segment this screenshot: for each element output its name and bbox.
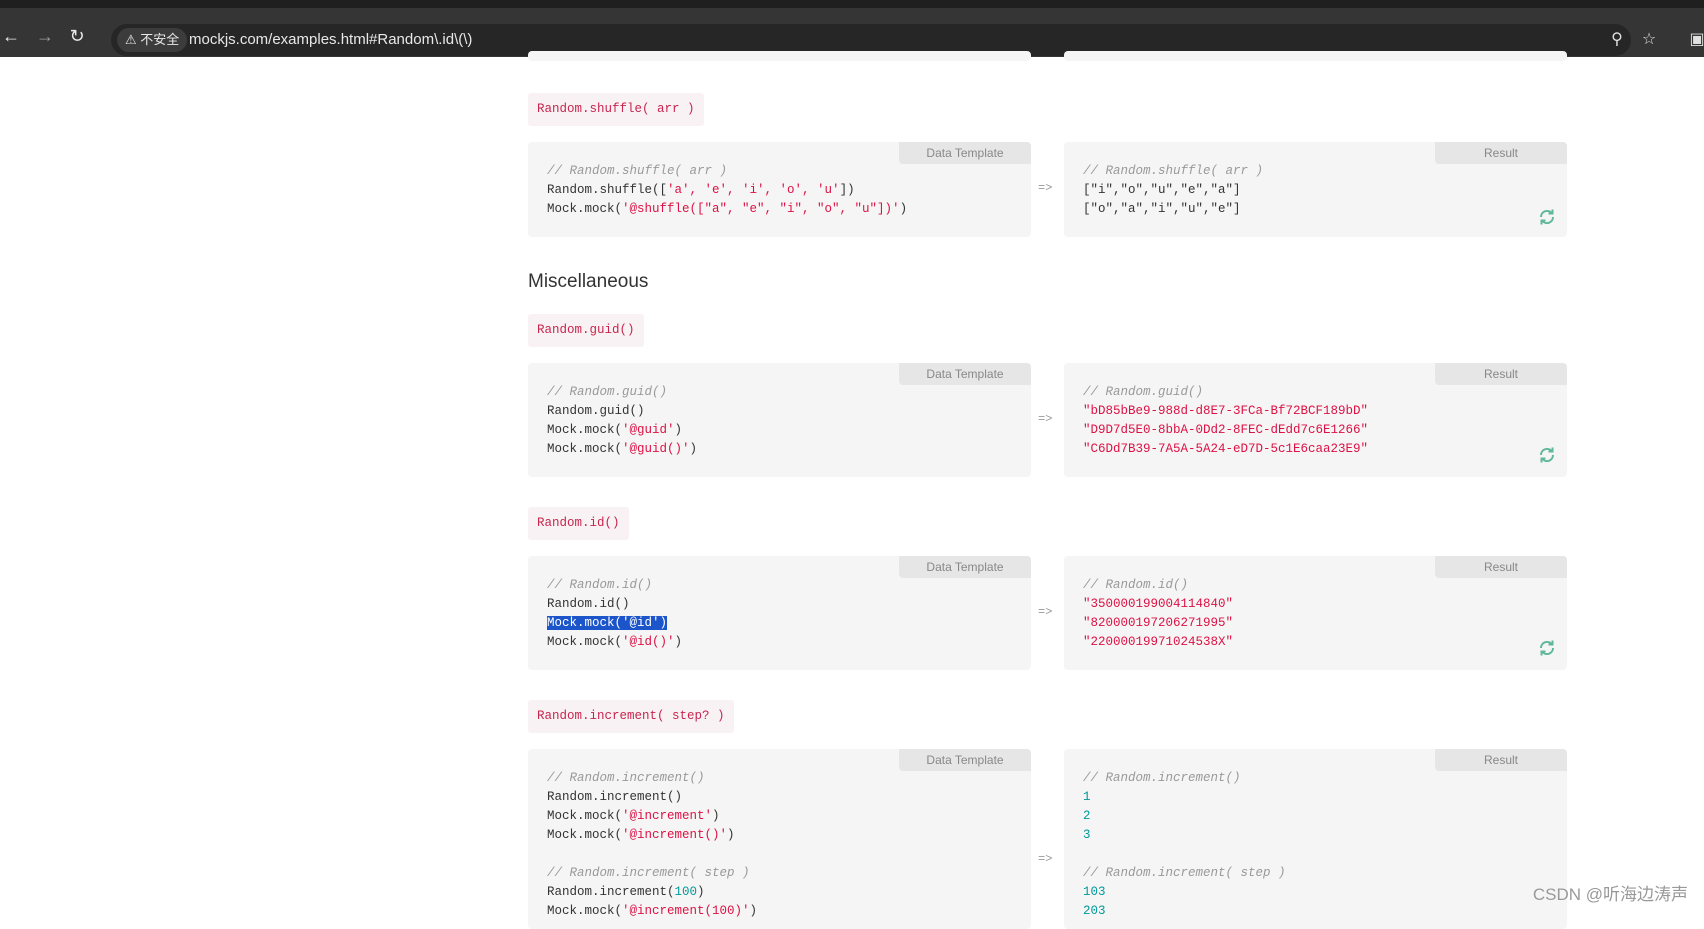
code-line: Random.increment() <box>547 790 683 804</box>
bookmark-star-icon[interactable]: ☆ <box>1640 31 1658 49</box>
id-label: Random.id() <box>528 507 629 540</box>
refresh-icon[interactable] <box>1537 445 1557 465</box>
result-line: "22000019971024538X" <box>1083 635 1234 649</box>
reload-icon[interactable]: ↻ <box>68 27 86 45</box>
data-template-tab: Data Template <box>899 363 1031 385</box>
code-comment: // Random.shuffle( arr ) <box>1083 164 1264 178</box>
shuffle-template-box: Data Template // Random.shuffle( arr ) R… <box>528 142 1031 237</box>
increment-template-box: Data Template // Random.increment() Rand… <box>528 749 1031 929</box>
result-line: ["o","a","i","u","e"] <box>1083 202 1241 216</box>
result-tab: Result <box>1435 749 1567 771</box>
shuffle-label: Random.shuffle( arr ) <box>528 93 704 126</box>
code-line: Random.guid() <box>547 404 645 418</box>
code-comment: // Random.id() <box>547 578 653 592</box>
code-comment: // Random.increment( step ) <box>1083 866 1286 880</box>
code-line: Mock.mock('@increment') <box>547 809 720 823</box>
arrow: => <box>1038 181 1053 195</box>
result-line: 203 <box>1083 904 1106 918</box>
code-line: Mock.mock('@increment(100)') <box>547 904 758 918</box>
zoom-icon[interactable]: ⚲ <box>1608 31 1626 49</box>
result-tab: Result <box>1435 556 1567 578</box>
result-line: "bD85bBe9-988d-d8E7-3FCa-Bf72BCF189bD" <box>1083 404 1369 418</box>
result-line: 2 <box>1083 809 1091 823</box>
extensions-icon[interactable]: ▣ <box>1688 31 1704 49</box>
increment-label: Random.increment( step? ) <box>528 700 734 733</box>
prev-result-box <box>1064 51 1567 61</box>
result-line: "820000197206271995" <box>1083 616 1234 630</box>
code-line: Random.id() <box>547 597 630 611</box>
arrow: => <box>1038 412 1053 426</box>
code-line: Random.shuffle(['a', 'e', 'i', 'o', 'u']… <box>547 183 855 197</box>
shuffle-result-box: Result // Random.shuffle( arr ) ["i","o"… <box>1064 142 1567 237</box>
arrow: => <box>1038 852 1053 866</box>
result-line: 1 <box>1083 790 1091 804</box>
result-tab: Result <box>1435 363 1567 385</box>
code-line: Mock.mock('@increment()') <box>547 828 735 842</box>
code-comment: // Random.increment() <box>547 771 705 785</box>
refresh-icon[interactable] <box>1537 638 1557 658</box>
code-line: Mock.mock('@id()') <box>547 635 683 649</box>
id-result-box: Result // Random.id() "35000019900411484… <box>1064 556 1567 670</box>
code-comment: // Random.guid() <box>1083 385 1204 399</box>
code-line: Mock.mock('@guid') <box>547 423 683 437</box>
result-tab: Result <box>1435 142 1567 164</box>
result-line: ["i","o","u","e","a"] <box>1083 183 1241 197</box>
section-heading: Miscellaneous <box>528 271 649 292</box>
result-line: "D9D7d5E0-8bbA-0Dd2-8FEC-dEdd7c6E1266" <box>1083 423 1369 437</box>
forward-icon[interactable]: → <box>36 27 54 45</box>
result-line: 103 <box>1083 885 1106 899</box>
guid-label: Random.guid() <box>528 314 644 347</box>
tab-strip <box>0 0 1704 8</box>
data-template-tab: Data Template <box>899 749 1031 771</box>
code-comment: // Random.increment( step ) <box>547 866 750 880</box>
guid-template-box: Data Template // Random.guid() Random.gu… <box>528 363 1031 477</box>
selected-code[interactable]: Mock.mock('@id') <box>547 616 668 630</box>
result-line: "C6Dd7B39-7A5A-5A24-eD7D-5c1E6caa23E9" <box>1083 442 1369 456</box>
result-line: "350000199004114840" <box>1083 597 1234 611</box>
arrow: => <box>1038 605 1053 619</box>
result-line: 3 <box>1083 828 1091 842</box>
code-line: Mock.mock('@shuffle(["a", "e", "i", "o",… <box>547 202 908 216</box>
code-comment: // Random.guid() <box>547 385 668 399</box>
code-line: Mock.mock('@guid()') <box>547 442 698 456</box>
code-comment: // Random.shuffle( arr ) <box>547 164 728 178</box>
back-icon[interactable]: ← <box>2 27 20 45</box>
guid-result-box: Result // Random.guid() "bD85bBe9-988d-d… <box>1064 363 1567 477</box>
url-text[interactable]: mockjs.com/examples.html#Random\.id\(\) <box>189 24 472 56</box>
data-template-tab: Data Template <box>899 142 1031 164</box>
security-label: 不安全 <box>140 32 180 47</box>
code-comment: // Random.id() <box>1083 578 1189 592</box>
code-comment: // Random.increment() <box>1083 771 1241 785</box>
page-content: Random.shuffle( arr ) Data Template // R… <box>0 51 1704 929</box>
watermark: CSDN @听海边涛声 <box>1532 885 1688 904</box>
refresh-icon[interactable] <box>1537 207 1557 227</box>
id-template-box: Data Template // Random.id() Random.id()… <box>528 556 1031 670</box>
browser-toolbar: ← → ↻ ⚠ 不安全 mockjs.com/examples.html#Ran… <box>0 8 1704 57</box>
security-indicator[interactable]: ⚠ 不安全 <box>117 28 188 52</box>
prev-template-box <box>528 51 1031 61</box>
data-template-tab: Data Template <box>899 556 1031 578</box>
warning-icon: ⚠ <box>125 32 137 47</box>
increment-result-box: Result // Random.increment() 1 2 3 // Ra… <box>1064 749 1567 929</box>
code-line: Random.increment(100) <box>547 885 705 899</box>
